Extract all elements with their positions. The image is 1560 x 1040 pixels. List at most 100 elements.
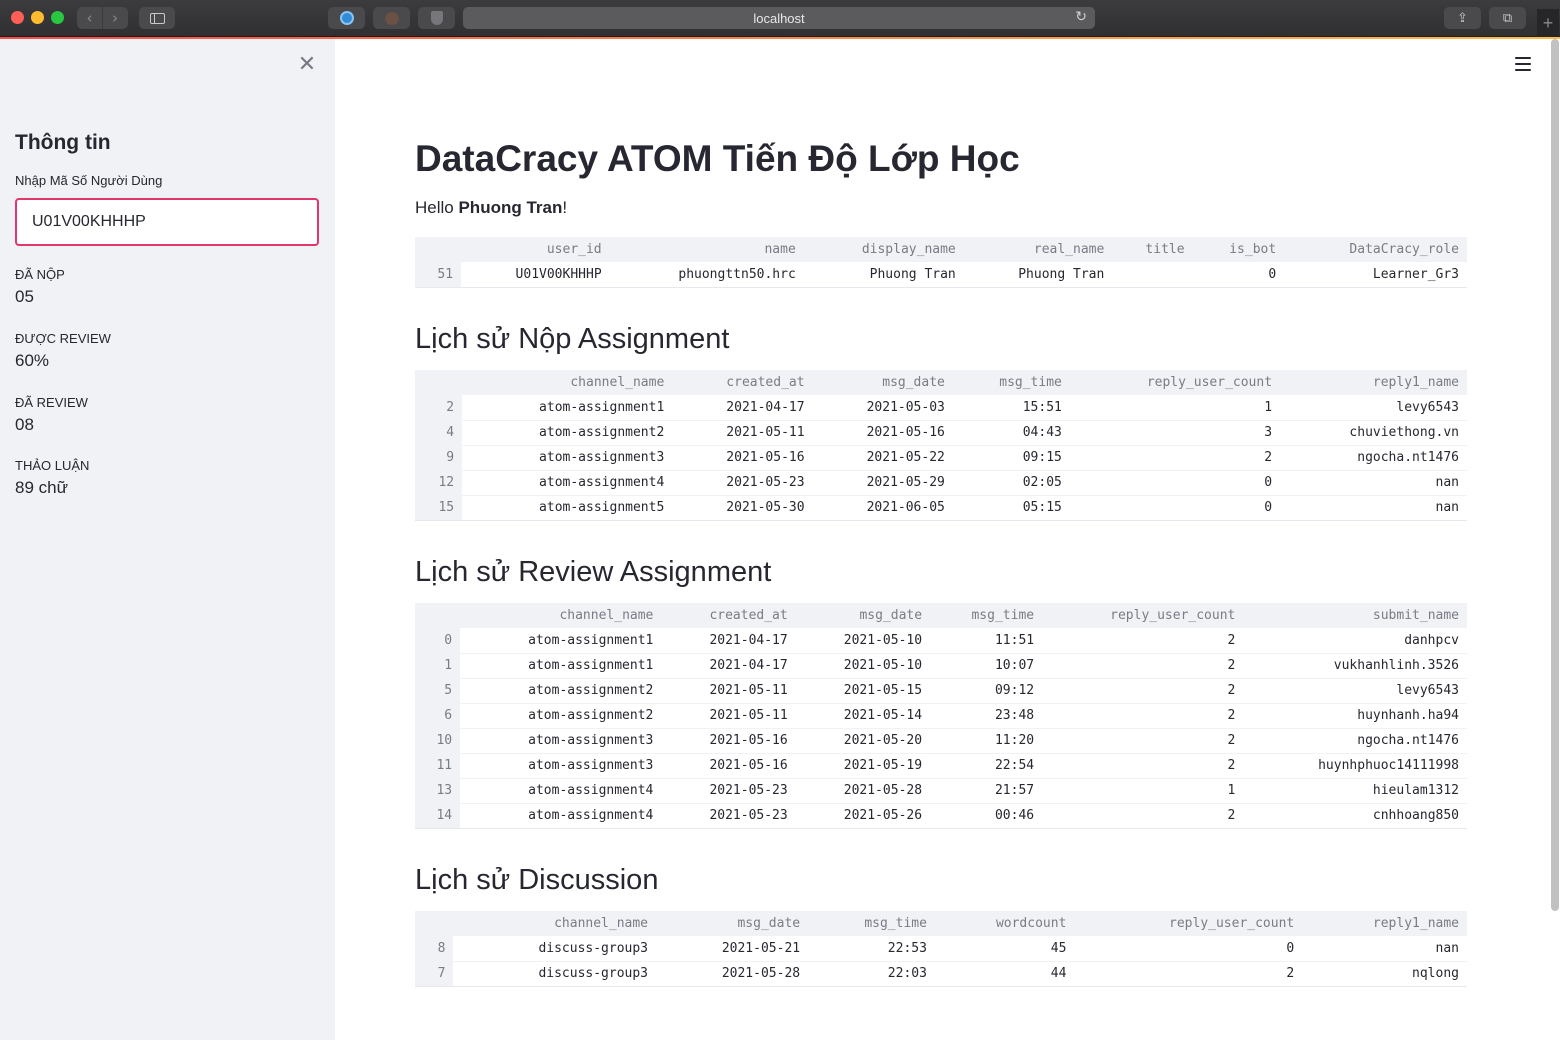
table-cell: U01V00KHHHP <box>461 262 610 288</box>
row-index: 10 <box>415 728 461 754</box>
table-cell: 2021-04-17 <box>672 395 813 421</box>
table-cell: 45 <box>934 936 1075 962</box>
window-minimize-button[interactable] <box>31 11 44 24</box>
table-cell: 2021-06-05 <box>812 495 953 521</box>
table-cell: nan <box>1280 470 1467 496</box>
scrollbar[interactable] <box>1551 39 1559 911</box>
row-index: 12 <box>415 470 463 496</box>
window-zoom-button[interactable] <box>51 11 64 24</box>
reload-icon[interactable]: ↻ <box>1075 9 1087 25</box>
table-cell: 2021-05-11 <box>661 678 796 704</box>
table-cell: 44 <box>934 961 1075 987</box>
table-cell: atom-assignment3 <box>460 728 662 754</box>
user-id-input[interactable] <box>15 198 319 246</box>
user-id-label: Nhập Mã Số Người Dùng <box>15 173 163 188</box>
row-index: 11 <box>415 753 461 779</box>
column-header[interactable]: title <box>1112 237 1193 262</box>
column-header[interactable]: msg_time <box>930 603 1043 628</box>
row-index: 14 <box>415 803 461 829</box>
column-header[interactable]: channel_name <box>460 603 662 628</box>
table-cell: 05:15 <box>952 495 1070 521</box>
sidebar: ✕ Thông tin Nhập Mã Số Người Dùng ĐÃ NỘP… <box>0 39 335 1040</box>
row-index: 5 <box>415 678 461 704</box>
table-cell: 2021-05-14 <box>795 703 931 729</box>
table-cell: danhpcv <box>1243 628 1467 654</box>
column-header[interactable]: user_id <box>461 237 610 262</box>
table-cell: levy6543 <box>1280 395 1467 421</box>
column-header[interactable]: DataCracy_role <box>1284 237 1467 262</box>
tabs-icon[interactable]: ⧉ <box>1489 7 1526 29</box>
column-header[interactable]: name <box>609 237 804 262</box>
extension-icon[interactable] <box>328 7 365 29</box>
column-header[interactable]: real_name <box>963 237 1113 262</box>
column-header[interactable]: msg_time <box>808 911 935 936</box>
chevron-left-icon[interactable]: ‹ <box>77 7 102 29</box>
hamburger-menu-icon[interactable] <box>1515 57 1531 71</box>
browser-toolbar: ‹ › localhost ↻ ⇪ ⧉ + <box>0 0 1560 37</box>
column-header[interactable]: submit_name <box>1243 603 1467 628</box>
index-header <box>415 603 461 628</box>
table-cell: 09:15 <box>952 445 1070 471</box>
column-header[interactable]: msg_date <box>656 911 809 936</box>
main-content: DataCracy ATOM Tiến Độ Lớp Học Hello Phu… <box>335 39 1560 1040</box>
table-cell: 23:48 <box>930 703 1043 729</box>
share-icon[interactable]: ⇪ <box>1444 7 1481 29</box>
table-cell: 2021-05-16 <box>812 420 953 446</box>
new-tab-button[interactable]: + <box>1537 9 1559 37</box>
column-header[interactable]: msg_date <box>795 603 931 628</box>
url-text: localhost <box>753 10 805 26</box>
nav-buttons: ‹ › <box>77 7 128 29</box>
row-index: 7 <box>415 961 454 987</box>
extension-shield-icon[interactable] <box>418 7 455 29</box>
column-header[interactable]: created_at <box>672 370 813 395</box>
review-history-heading: Lịch sử Review Assignment <box>415 556 772 588</box>
row-index: 0 <box>415 628 461 654</box>
column-header[interactable]: reply1_name <box>1302 911 1467 936</box>
table-cell: 2 <box>1069 445 1281 471</box>
table-cell: 2021-05-20 <box>795 728 931 754</box>
address-bar[interactable]: localhost ↻ <box>463 7 1095 29</box>
page-title: DataCracy ATOM Tiến Độ Lớp Học <box>415 138 1020 179</box>
close-icon[interactable]: ✕ <box>296 52 318 77</box>
table-cell: 2 <box>1042 678 1244 704</box>
column-header[interactable]: reply1_name <box>1280 370 1467 395</box>
table-cell: 0 <box>1074 936 1303 962</box>
index-header <box>415 237 462 262</box>
column-header[interactable]: is_bot <box>1192 237 1285 262</box>
row-index: 15 <box>415 495 463 521</box>
table-cell: 22:54 <box>930 753 1043 779</box>
column-header[interactable]: reply_user_count <box>1074 911 1303 936</box>
table-cell: 11:51 <box>930 628 1043 654</box>
table-header-row: channel_name created_at msg_date msg_time re… <box>415 603 1467 628</box>
extension-bear-icon[interactable] <box>373 7 410 29</box>
table-cell: atom-assignment4 <box>460 778 662 804</box>
column-header[interactable]: created_at <box>661 603 796 628</box>
table-cell: ngocha.nt1476 <box>1280 445 1467 471</box>
table-cell: atom-assignment4 <box>460 803 662 829</box>
row-index: 2 <box>415 395 463 421</box>
table-cell: atom-assignment3 <box>462 445 673 471</box>
column-header[interactable]: reply_user_count <box>1042 603 1244 628</box>
column-header[interactable]: channel_name <box>453 911 657 936</box>
table-cell: 2021-05-22 <box>812 445 953 471</box>
column-header[interactable]: msg_time <box>952 370 1070 395</box>
window-close-button[interactable] <box>11 11 24 24</box>
row-index: 1 <box>415 653 461 679</box>
column-header[interactable]: display_name <box>803 237 964 262</box>
discussion-history-table: channel_name msg_date msg_time wordcount rep… <box>415 911 1467 987</box>
column-header[interactable]: reply_user_count <box>1069 370 1281 395</box>
sidebar-icon[interactable] <box>139 7 175 29</box>
table-cell: 22:53 <box>808 936 935 962</box>
column-header[interactable]: channel_name <box>462 370 673 395</box>
metric-reviewed: ĐÃ REVIEW 08 <box>15 395 88 435</box>
greeting-suffix: ! <box>562 198 568 217</box>
column-header[interactable]: wordcount <box>934 911 1075 936</box>
row-index: 4 <box>415 420 463 446</box>
table-cell: 2021-05-19 <box>795 753 931 779</box>
column-header[interactable]: msg_date <box>812 370 953 395</box>
table-cell: 1 <box>1042 778 1244 804</box>
chevron-right-icon[interactable]: › <box>102 7 127 29</box>
table-cell: 2021-05-03 <box>812 395 953 421</box>
table-cell: 2 <box>1042 753 1244 779</box>
table-cell: 1 <box>1069 395 1281 421</box>
